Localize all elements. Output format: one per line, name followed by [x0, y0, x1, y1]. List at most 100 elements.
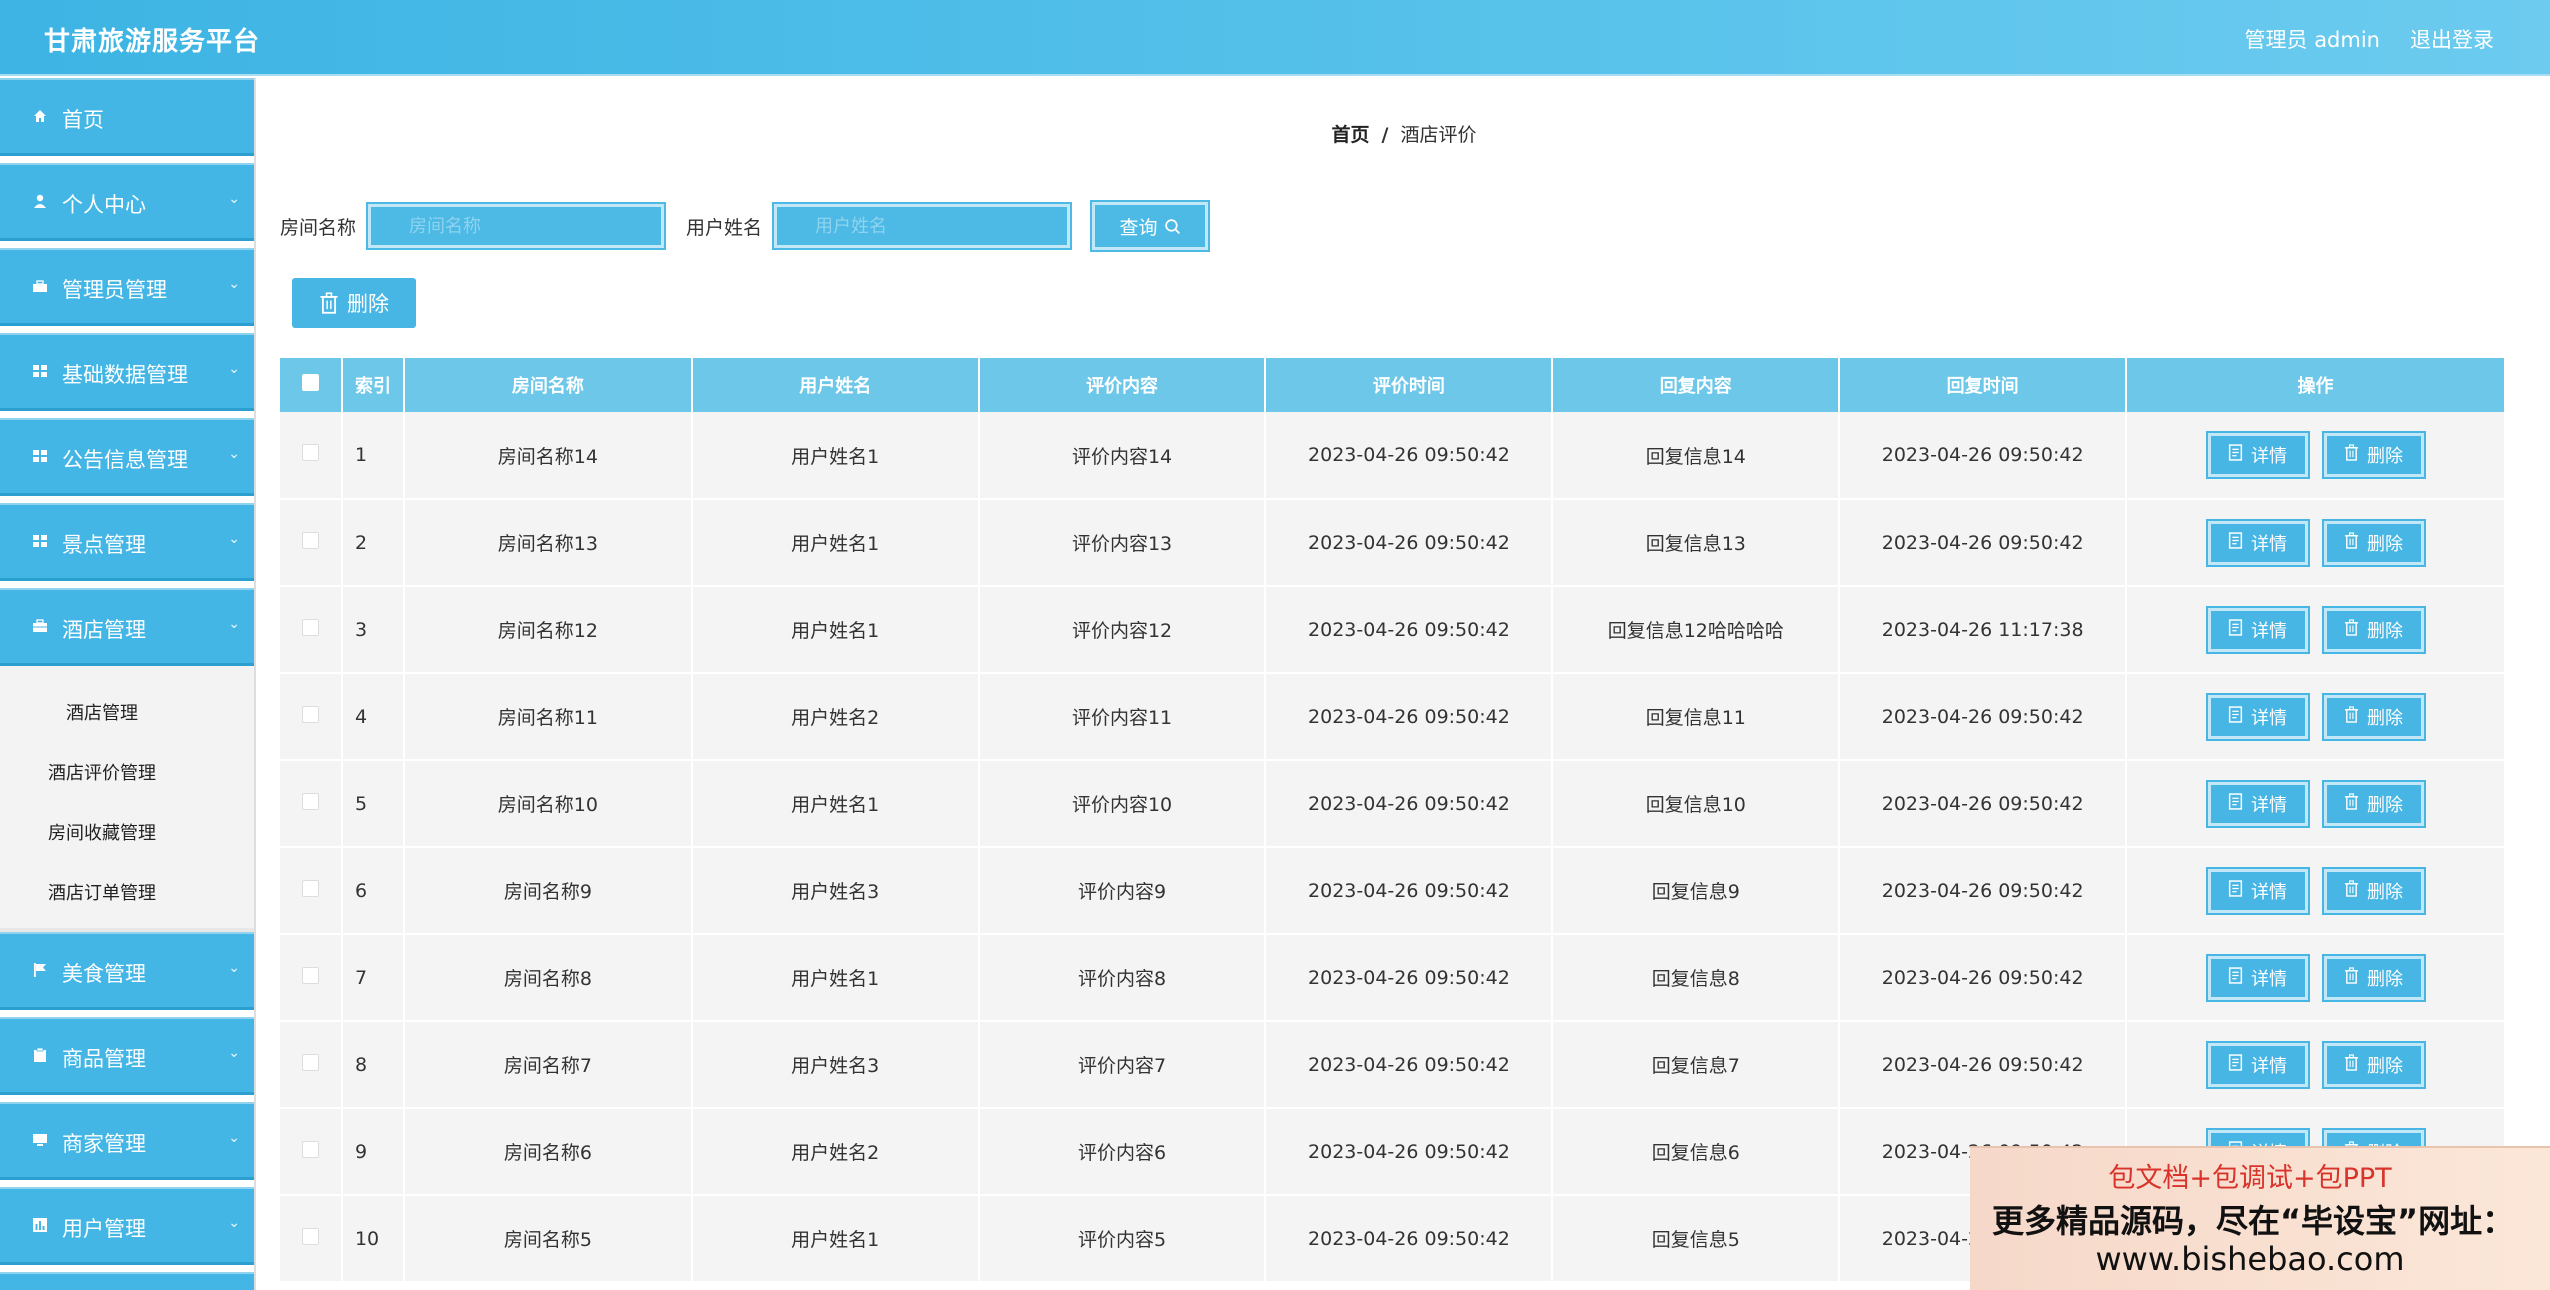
chevron-down-icon: ⌄: [228, 960, 240, 976]
row-select-cell[interactable]: [280, 1021, 343, 1108]
document-icon: [2228, 1053, 2243, 1076]
row-checkbox[interactable]: [301, 879, 319, 897]
delete-button-label: 删除: [2367, 707, 2404, 729]
row-select-cell[interactable]: [280, 586, 343, 673]
person-icon: [32, 193, 48, 209]
sidebar-item-sidebar-items_after-4[interactable]: 轮播图信息⌄: [0, 1272, 254, 1290]
delete-button-label: 删除: [2367, 968, 2404, 990]
detail-button[interactable]: 详情: [2205, 953, 2310, 1002]
delete-button[interactable]: 删除: [2321, 953, 2426, 1002]
submenu-item-1[interactable]: 酒店评价管理: [0, 742, 254, 802]
cell-index: 5: [341, 760, 405, 847]
chevron-down-icon: ⌄: [228, 531, 240, 547]
trash-icon: [2344, 444, 2359, 466]
sidebar-item-sidebar-items-6[interactable]: 酒店管理 ⌄: [0, 588, 254, 666]
sidebar-item-sidebar-items_after-1[interactable]: 商品管理 ⌄: [0, 1017, 254, 1095]
sidebar-item-sidebar-items-5[interactable]: 景点管理 ⌄: [0, 503, 254, 581]
row-checkbox[interactable]: [301, 705, 319, 723]
delete-button[interactable]: 删除: [2321, 866, 2426, 915]
row-checkbox[interactable]: [301, 792, 319, 810]
sidebar-item-sidebar-items_after-2[interactable]: 商家管理 ⌄: [0, 1102, 254, 1180]
row-checkbox[interactable]: [301, 1053, 319, 1071]
row-select-cell[interactable]: [280, 499, 343, 586]
submenu-item-3[interactable]: 酒店订单管理: [0, 862, 254, 922]
sidebar-item-sidebar-items_after-0[interactable]: 美食管理 ⌄: [0, 932, 254, 1010]
batch-delete-button[interactable]: 删除: [292, 278, 416, 328]
cell-review-content: 评价内容13: [978, 499, 1267, 586]
sidebar-item-sidebar-items-4[interactable]: 公告信息管理 ⌄: [0, 418, 254, 496]
select-all-checkbox[interactable]: [301, 374, 319, 391]
detail-button[interactable]: 详情: [2205, 518, 2310, 567]
cell-room-name: 房间名称14: [403, 412, 693, 499]
delete-button-label: 删除: [2367, 794, 2404, 816]
ad-line-1: 包文档+包调试+包PPT: [2108, 1163, 2392, 1194]
row-select-cell[interactable]: [280, 412, 343, 499]
detail-button-label: 详情: [2251, 446, 2288, 467]
room-name-input[interactable]: [366, 202, 667, 250]
delete-button[interactable]: 删除: [2321, 1040, 2426, 1089]
row-checkbox[interactable]: [301, 966, 319, 984]
table-row: 4 房间名称11 用户姓名2 评价内容11 2023-04-26 09:50:42 回复信…: [280, 673, 2506, 760]
detail-button[interactable]: 详情: [2205, 431, 2310, 479]
query-button[interactable]: 查询: [1090, 200, 1211, 252]
table-row: 6 房间名称9 用户姓名3 评价内容9 2023-04-26 09:50:42 回复信息9…: [280, 847, 2506, 934]
logout-link[interactable]: 退出登录: [2410, 24, 2494, 54]
cell-room-name: 房间名称10: [403, 760, 693, 847]
row-select-cell[interactable]: [280, 847, 343, 934]
search-icon: [1164, 218, 1180, 234]
row-checkbox[interactable]: [301, 444, 319, 461]
select-all-cell[interactable]: [280, 358, 343, 412]
row-checkbox[interactable]: [301, 531, 319, 549]
submenu-item-0[interactable]: 酒店管理: [0, 682, 254, 742]
detail-button[interactable]: 详情: [2205, 692, 2310, 741]
row-checkbox[interactable]: [301, 1140, 319, 1158]
table-header-row: 索引 房间名称 用户姓名 评价内容 评价时间 回复内容 回复时间 操作: [280, 358, 2506, 412]
row-checkbox[interactable]: [301, 1227, 319, 1245]
row-select-cell[interactable]: [280, 1195, 343, 1282]
cell-user-name: 用户姓名1: [691, 499, 980, 586]
row-select-cell[interactable]: [280, 673, 343, 760]
row-select-cell[interactable]: [280, 1108, 343, 1195]
cell-review-time: 2023-04-26 09:50:42: [1265, 412, 1554, 499]
cell-review-content: 评价内容10: [978, 760, 1267, 847]
sidebar-item-sidebar-items-2[interactable]: 管理员管理 ⌄: [0, 248, 254, 326]
delete-button-label: 删除: [2367, 620, 2404, 642]
detail-button[interactable]: 详情: [2205, 605, 2310, 654]
row-select-cell[interactable]: [280, 934, 343, 1021]
sidebar-item-sidebar-items-3[interactable]: 基础数据管理 ⌄: [0, 333, 254, 411]
cell-index: 10: [341, 1195, 405, 1282]
clipboard-icon: [32, 1047, 48, 1063]
delete-button[interactable]: 删除: [2321, 692, 2426, 741]
delete-button[interactable]: 删除: [2321, 605, 2426, 654]
sidebar-item-sidebar-items-1[interactable]: 个人中心 ⌄: [0, 163, 254, 241]
row-checkbox[interactable]: [301, 618, 319, 636]
row-select-cell[interactable]: [280, 760, 343, 847]
submenu-item-2[interactable]: 房间收藏管理: [0, 802, 254, 862]
cell-reply-time: 2023-04-26 09:50:42: [1839, 412, 2128, 499]
cell-reply-content: 回复信息6: [1552, 1108, 1841, 1195]
delete-button[interactable]: 删除: [2321, 431, 2426, 479]
cell-actions: 详情 删除: [2126, 673, 2506, 760]
delete-button[interactable]: 删除: [2321, 779, 2426, 828]
ad-line-3: www.bishebao.com: [2095, 1240, 2405, 1278]
sidebar-item-sidebar-items-0[interactable]: 首页: [0, 78, 254, 156]
user-name-label: 用户姓名: [686, 216, 763, 239]
detail-button[interactable]: 详情: [2205, 779, 2310, 828]
detail-button[interactable]: 详情: [2205, 866, 2310, 915]
cell-review-time: 2023-04-26 09:50:42: [1265, 673, 1554, 760]
cell-index: 3: [341, 586, 405, 673]
header-reply-time: 回复时间: [1839, 358, 2128, 412]
batch-delete-label: 删除: [347, 292, 389, 316]
user-name-input[interactable]: [772, 202, 1073, 250]
chevron-down-icon: ⌄: [228, 616, 240, 632]
trash-icon: [2344, 879, 2359, 902]
sidebar-item-label: 首页: [62, 108, 104, 132]
sidebar-item-label: 景点管理: [62, 533, 146, 557]
cell-reply-content: 回复信息11: [1552, 673, 1841, 760]
sidebar-item-sidebar-items_after-3[interactable]: 用户管理 ⌄: [0, 1187, 254, 1265]
detail-button[interactable]: 详情: [2205, 1040, 2310, 1089]
trash-icon: [2344, 531, 2359, 554]
delete-button[interactable]: 删除: [2321, 518, 2426, 567]
breadcrumb-home[interactable]: 首页: [1332, 124, 1370, 146]
cell-user-name: 用户姓名1: [691, 586, 980, 673]
